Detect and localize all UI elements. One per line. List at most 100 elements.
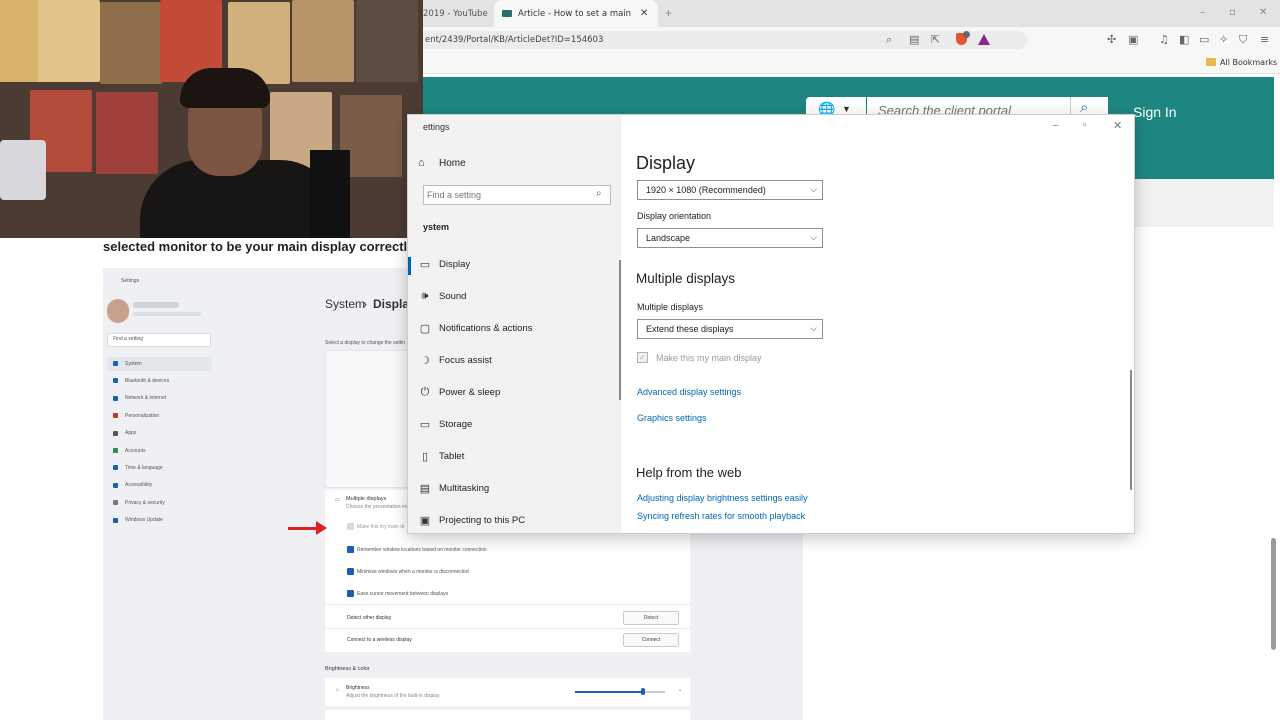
portal-subnav (1133, 179, 1274, 227)
shot-detect-label: Detect other display (347, 615, 392, 621)
search-icon: ⌕ (1080, 99, 1089, 116)
shot-multi-title: Multiple displays (346, 496, 387, 502)
shot-sun-icon: ☼ (335, 687, 340, 693)
all-bookmarks-link[interactable]: All Bookmarks (1220, 58, 1277, 67)
settings-window-title: ettings (423, 122, 450, 132)
wallet-card-icon[interactable]: ▭ (1199, 33, 1209, 46)
new-tab-button[interactable]: + (665, 6, 672, 20)
multiple-displays-dropdown[interactable]: Extend these displays ⌵ (637, 319, 823, 339)
shot-sidebar-item: Personalization (125, 412, 160, 419)
nav-item-label: Power & sleep (439, 387, 501, 398)
shot-option-main-display: Make this my main di (357, 524, 404, 530)
poster (100, 2, 162, 84)
shot-brightness-section: Brightness & color (325, 666, 370, 672)
url-text[interactable]: ent/2439/Portal/KB/ArticleDet?ID=154603 (425, 35, 603, 45)
shot-window-title: Settings (121, 278, 140, 284)
shot-breadcrumb-parent: System (325, 297, 366, 311)
power-icon: ⏻ (420, 386, 430, 398)
sign-in-link[interactable]: Sign In (1133, 104, 1177, 120)
moon-icon: ☽ (420, 355, 430, 367)
settings-section-label: ystem (423, 222, 450, 232)
vpn-shield-icon[interactable]: ⛉ (1239, 33, 1247, 47)
shot-sidebar-item: Privacy & security (125, 499, 165, 506)
home-icon[interactable]: ⌂ (418, 157, 425, 169)
microphone (310, 150, 350, 238)
sidebar-icon[interactable]: ◧ (1179, 33, 1189, 46)
help-heading: Help from the web (636, 465, 742, 480)
chevron-down-icon: ⌵ (810, 323, 817, 333)
nav-item-sound[interactable]: 🕪 Sound (408, 281, 621, 313)
nav-item-label: Multitasking (439, 483, 490, 494)
shot-option-minimize: Minimize windows when a monitor is disco… (357, 569, 469, 575)
folder-icon (1206, 58, 1216, 66)
close-window-button[interactable]: ✕ (1259, 7, 1267, 18)
monitor-icon: ▭ (419, 259, 431, 271)
shot-find-placeholder: Find a setting (113, 336, 144, 342)
shot-sidebar-icon (113, 482, 118, 488)
poster (96, 92, 158, 174)
zoom-icon[interactable]: ⌕ (886, 33, 892, 47)
shot-email-blur (133, 312, 201, 316)
tab-article[interactable]: Article - How to set a main displ ✕ (494, 0, 658, 27)
tab-close-icon[interactable]: ✕ (640, 8, 648, 19)
settings-search-placeholder: Find a setting (427, 190, 482, 200)
tab-youtube[interactable]: 2019 - YouTube (423, 0, 493, 27)
leo-ai-icon[interactable]: ✧ (1219, 33, 1228, 46)
shot-breadcrumb-sep: › (363, 297, 367, 311)
nav-item-multitasking[interactable]: ▤ Multitasking (408, 473, 621, 505)
shot-username-blur (133, 302, 179, 308)
orientation-value: Landscape (646, 233, 691, 243)
shot-sidebar-item: Network & internet (125, 395, 167, 402)
shot-checkbox-ease-cursor (347, 590, 354, 597)
shot-sidebar-item: Accounts (125, 447, 146, 454)
nav-item-notifications[interactable]: ▢ Notifications & actions (408, 313, 621, 345)
advanced-display-settings-link[interactable]: Advanced display settings (637, 387, 741, 397)
shot-brightness-sub: Adjust the brightness of the built-in di… (346, 693, 440, 699)
restore-button[interactable]: ▫ (1229, 7, 1236, 18)
nav-item-focus-assist[interactable]: ☽ Focus assist (408, 345, 621, 377)
nav-item-tablet[interactable]: ▯ Tablet (408, 441, 621, 473)
reader-mode-icon[interactable]: ▤ (909, 33, 919, 46)
share-icon[interactable]: ⇱ (931, 33, 940, 46)
shot-sidebar-selected (107, 357, 212, 371)
nav-selection-indicator (408, 257, 411, 275)
wallet-icon[interactable]: ▣ (1128, 33, 1138, 46)
shot-sidebar-item: Windows Update (125, 517, 163, 524)
multiple-displays-heading: Multiple displays (636, 271, 736, 286)
shot-sidebar-item: Bluetooth & devices (125, 377, 170, 384)
settings-close-button[interactable]: ✕ (1113, 119, 1122, 132)
shot-brightness-label: Brightness (346, 685, 370, 691)
nav-item-display[interactable]: ▭ Display (408, 249, 621, 281)
resolution-dropdown[interactable]: 1920 × 1080 (Recommended) ⌵ (637, 180, 823, 200)
settings-maximize-button[interactable]: ▫ (1083, 120, 1087, 131)
graphics-settings-link[interactable]: Graphics settings (637, 413, 707, 423)
shot-sidebar-item: Apps (125, 430, 137, 437)
media-icon[interactable]: ♫ (1159, 33, 1169, 46)
nav-item-storage[interactable]: ▭ Storage (408, 409, 621, 441)
nav-item-label: Notifications & actions (439, 323, 533, 334)
shot-checkbox-main-display (347, 523, 354, 530)
shot-sidebar-item: System (125, 360, 142, 367)
nav-item-projecting[interactable]: ▣ Projecting to this PC (408, 505, 621, 533)
settings-minimize-button[interactable]: – (1053, 120, 1059, 131)
person-hair (180, 68, 270, 108)
resolution-value: 1920 × 1080 (Recommended) (646, 185, 766, 195)
nav-scrollbar[interactable] (619, 260, 621, 400)
nav-item-power-sleep[interactable]: ⏻ Power & sleep (408, 377, 621, 409)
brave-rewards-icon[interactable] (978, 34, 990, 45)
orientation-dropdown[interactable]: Landscape ⌵ (637, 228, 823, 248)
help-link-brightness[interactable]: Adjusting display brightness settings ea… (637, 493, 808, 503)
help-link-refresh-rates[interactable]: Syncing refresh rates for smooth playbac… (637, 511, 805, 521)
menu-icon[interactable]: ≡ (1260, 33, 1269, 46)
settings-home-link[interactable]: Home (439, 158, 466, 169)
minimize-button[interactable]: – (1200, 7, 1205, 18)
chevron-down-icon: ⌵ (810, 184, 817, 194)
shot-sidebar-icon (113, 448, 118, 453)
main-display-checkbox[interactable]: ✓ (637, 352, 648, 363)
orientation-label: Display orientation (637, 211, 712, 221)
extensions-icon[interactable]: ✣ (1107, 33, 1116, 46)
page-scrollbar[interactable] (1271, 538, 1276, 650)
poster (356, 0, 418, 82)
content-scrollbar[interactable] (1130, 370, 1132, 490)
tablet-icon: ▯ (421, 451, 429, 463)
